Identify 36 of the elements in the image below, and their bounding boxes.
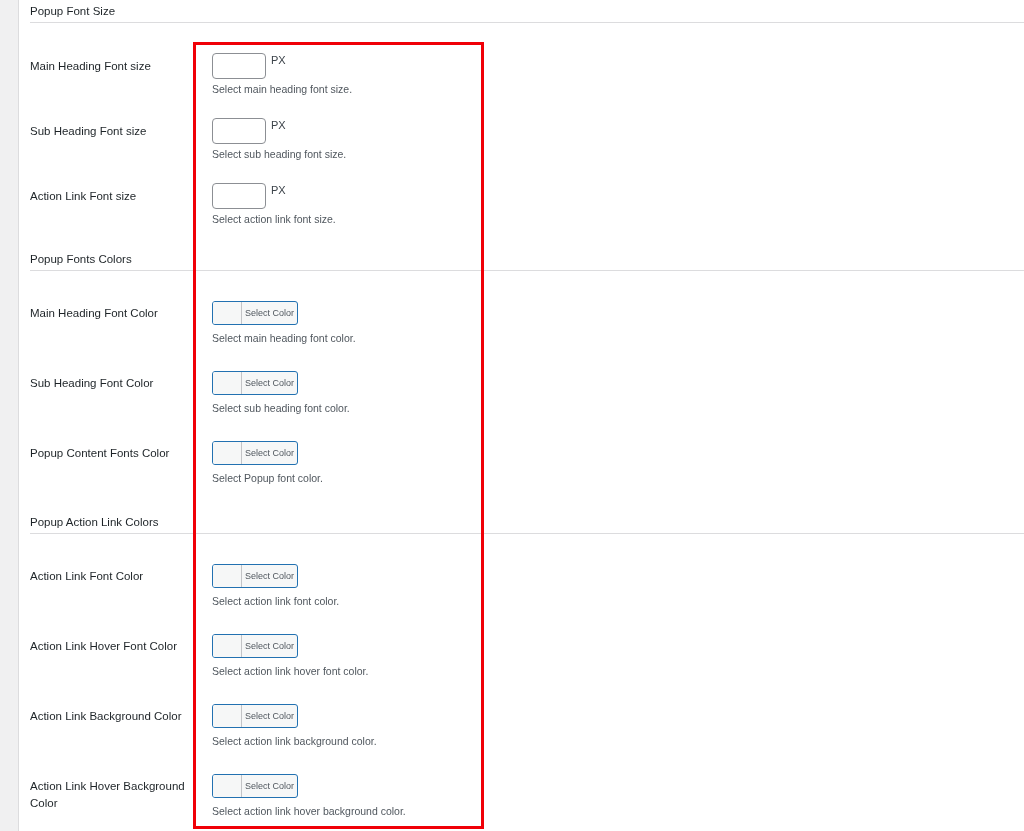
- field-description: Select sub heading font color.: [212, 402, 351, 415]
- field-label: Action Link Hover Font Color: [30, 639, 178, 654]
- field-description: Select action link background color.: [212, 735, 378, 748]
- select-color-button[interactable]: Select Color: [212, 301, 298, 325]
- field-description: Select Popup font color.: [212, 472, 324, 485]
- section-heading: Popup Font Size: [30, 0, 1024, 23]
- field-description: Select main heading font color.: [212, 332, 357, 345]
- select-color-button[interactable]: Select Color: [212, 441, 298, 465]
- field-description: Select action link hover background color.: [212, 805, 407, 818]
- select-color-button[interactable]: Select Color: [212, 371, 298, 395]
- field-label: Main Heading Font size: [30, 59, 152, 74]
- unit-label: PX: [271, 118, 286, 132]
- select-color-button[interactable]: Select Color: [212, 564, 298, 588]
- field-label: Action Link Font size: [30, 189, 138, 204]
- field-label: Action Link Background Color: [30, 709, 183, 724]
- field-label: Action Link Font Color: [30, 569, 145, 584]
- field-description: Select action link hover font color.: [212, 665, 370, 678]
- font-size-input[interactable]: [212, 118, 266, 144]
- field-label: Main Heading Font Color: [30, 306, 159, 321]
- field-label: Sub Heading Font Color: [30, 376, 155, 391]
- unit-label: PX: [271, 183, 286, 197]
- field-label: Popup Content Fonts Color: [30, 446, 171, 461]
- field-label: Sub Heading Font size: [30, 124, 148, 139]
- select-color-button[interactable]: Select Color: [212, 634, 298, 658]
- section-heading: Popup Fonts Colors: [30, 248, 1024, 271]
- field-description: Select sub heading font size.: [212, 148, 348, 161]
- field-description: Select action link font color.: [212, 595, 341, 608]
- section-heading: Popup Action Link Colors: [30, 511, 1024, 534]
- select-color-button[interactable]: Select Color: [212, 774, 298, 798]
- unit-label: PX: [271, 53, 286, 67]
- field-description: Select action link font size.: [212, 213, 337, 226]
- font-size-input[interactable]: [212, 53, 266, 79]
- field-description: Select main heading font size.: [212, 83, 354, 96]
- font-size-input[interactable]: [212, 183, 266, 209]
- field-label: Action Link Hover Background Color: [30, 779, 186, 811]
- select-color-button[interactable]: Select Color: [212, 704, 298, 728]
